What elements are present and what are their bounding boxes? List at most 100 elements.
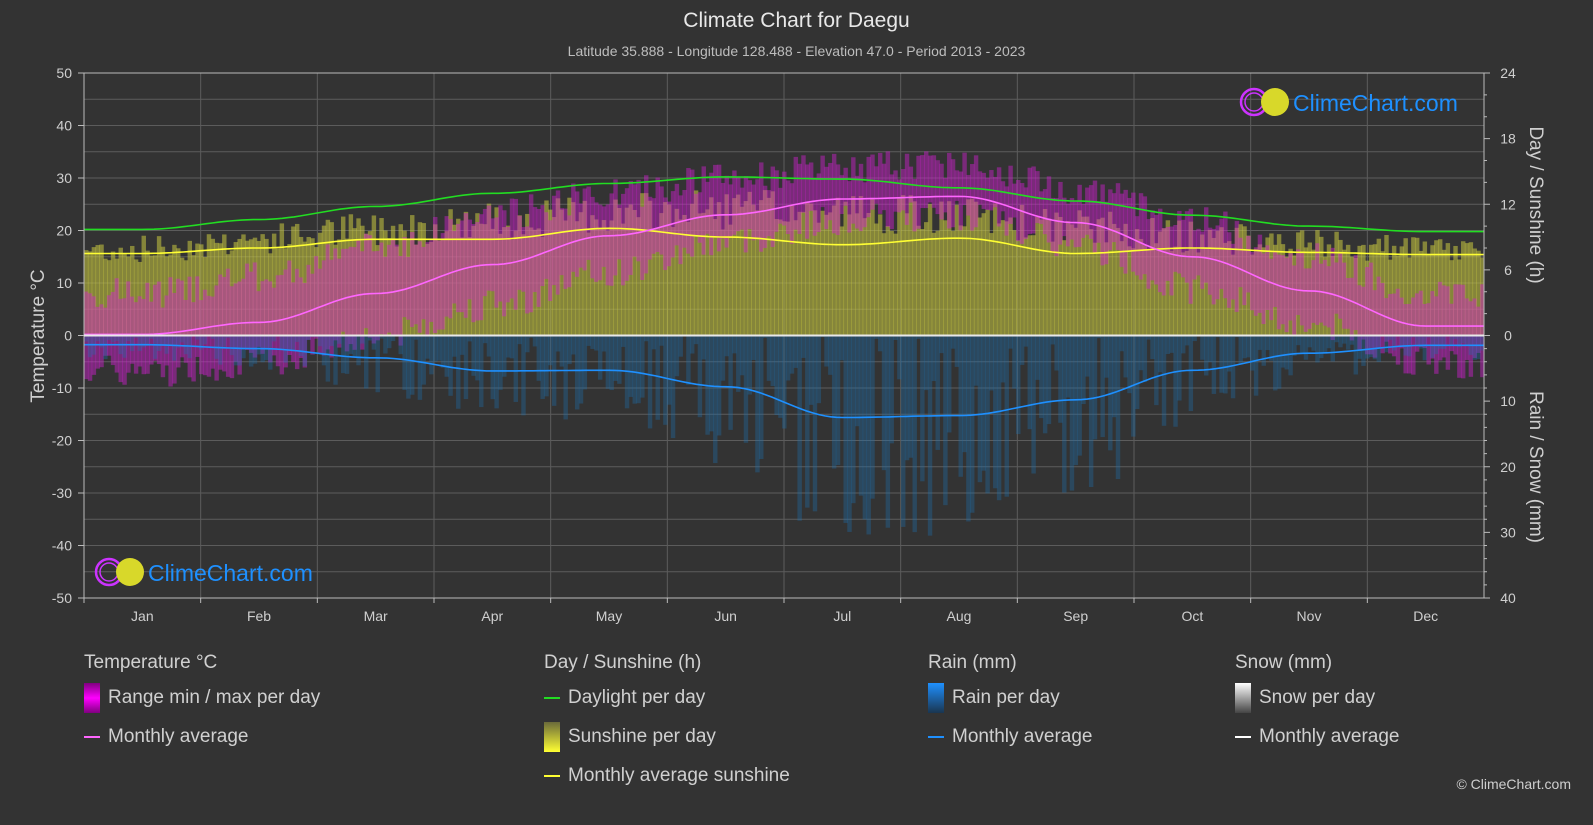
- temperature-range-bar: [858, 163, 864, 232]
- climate-chart: 50 40 30 20 10 0 -10 -20 -30 -40 -50 24 18 12 6 0 10 20 30…: [28, 65, 1546, 624]
- rain-bar: [490, 335, 496, 400]
- temperature-range-bar: [394, 244, 400, 335]
- temperature-range-bar: [1276, 254, 1282, 330]
- temperature-range-bar: [164, 295, 169, 366]
- temperature-range-bar: [1031, 166, 1036, 234]
- legend-label: Range min / max per day: [108, 686, 321, 708]
- rain-bar: [996, 335, 1002, 501]
- temperature-range-bar: [1123, 189, 1128, 274]
- rain-bar: [889, 335, 894, 444]
- sunshine-bar: [1092, 242, 1098, 336]
- rain-bar: [1288, 335, 1293, 376]
- rain-bar: [651, 335, 657, 350]
- month-label: Feb: [247, 608, 271, 624]
- rain-bar: [1157, 335, 1163, 373]
- temperature-range-bar: [801, 155, 806, 213]
- temperature-range-bar: [628, 180, 634, 275]
- sunshine-bar: [920, 229, 925, 336]
- rain-bar: [881, 335, 887, 471]
- rain-bar: [954, 335, 960, 367]
- rain-bar: [732, 335, 737, 354]
- rain-bar: [594, 335, 599, 351]
- rain-bar: [532, 335, 538, 347]
- temperature-range-bar: [1334, 262, 1339, 314]
- line-swatch-icon: [928, 735, 944, 738]
- rain-bar: [655, 335, 660, 420]
- rain-bar: [659, 335, 664, 346]
- rain-bar: [153, 335, 158, 359]
- temperature-range-bar: [1081, 203, 1086, 238]
- temperature-range-bar: [931, 155, 937, 208]
- temperature-range-bar: [578, 203, 584, 268]
- rain-bar: [555, 335, 561, 352]
- rain-bar: [1391, 335, 1397, 351]
- rain-bar: [1062, 335, 1067, 493]
- temperature-range-bar: [517, 215, 522, 290]
- temperature-range-bar: [1219, 218, 1224, 289]
- rain-bar: [417, 335, 423, 400]
- rain-bar: [824, 335, 829, 367]
- temperature-range-bar: [912, 178, 917, 232]
- temperature-range-bar: [851, 157, 856, 224]
- temperature-range-bar: [463, 213, 469, 318]
- rain-bar: [1230, 335, 1236, 399]
- temperature-range-bar: [720, 182, 726, 239]
- rain-bar: [1077, 335, 1082, 456]
- rain-bar: [1296, 335, 1301, 346]
- rain-bar: [935, 335, 940, 450]
- rain-bar: [1238, 335, 1243, 365]
- rain-bar: [1326, 335, 1332, 349]
- rain-bar: [989, 335, 994, 391]
- rain-bar: [590, 335, 595, 349]
- temperature-range-bar: [713, 164, 718, 238]
- temperature-range-bar: [1307, 268, 1312, 329]
- left-tick-label: 0: [64, 328, 72, 344]
- temperature-range-bar: [693, 193, 699, 237]
- temperature-range-bar: [229, 286, 235, 379]
- rain-bar: [620, 335, 626, 347]
- temperature-range-bar: [452, 230, 457, 304]
- rain-bar: [168, 335, 173, 345]
- rain-bar: [931, 335, 937, 382]
- temperature-range-bar: [1253, 247, 1259, 316]
- rain-bar: [1046, 335, 1052, 425]
- temperature-range-bar: [1200, 231, 1205, 289]
- month-label: Aug: [947, 608, 972, 624]
- temperature-range-bar: [1073, 200, 1079, 248]
- rain-bar: [1365, 335, 1370, 359]
- sunshine-bar: [1088, 229, 1094, 336]
- sunshine-bar: [1069, 224, 1075, 336]
- legend-snow: Snow (mm) Snow per day Monthly average: [1235, 652, 1399, 756]
- temperature-range-bar: [605, 204, 611, 286]
- temperature-range-bar: [114, 278, 120, 373]
- temperature-range-bar: [490, 218, 496, 292]
- rain-bar: [1027, 335, 1032, 430]
- rain-bar: [1123, 335, 1128, 378]
- rain-bar: [1368, 335, 1374, 358]
- temperature-range-bar: [1353, 255, 1359, 331]
- rain-bar: [371, 335, 377, 350]
- sunshine-bar: [939, 201, 944, 336]
- temperature-range-bar: [1085, 187, 1090, 235]
- right-axis-title-bottom: Rain / Snow (mm): [1525, 391, 1546, 543]
- rain-bar: [605, 335, 611, 389]
- temperature-range-bar: [1050, 197, 1056, 253]
- rain-bar: [1460, 335, 1466, 344]
- month-label: Jun: [714, 608, 737, 624]
- temperature-range-bar: [210, 296, 216, 369]
- rain-bar: [141, 335, 146, 348]
- rain-bar: [1150, 335, 1155, 360]
- temperature-range-bar: [686, 168, 691, 254]
- temperature-range-bar: [482, 208, 488, 297]
- temperature-range-bar: [674, 183, 680, 246]
- rain-bar: [877, 335, 883, 352]
- rain-bar: [866, 335, 871, 535]
- rain-bar: [1104, 335, 1109, 378]
- temperature-range-bar: [1131, 192, 1136, 272]
- rain-bar: [87, 335, 93, 358]
- sunshine-bar: [720, 229, 726, 336]
- temperature-range-bar: [736, 177, 741, 232]
- temperature-range-bar: [314, 256, 319, 339]
- temperature-range-bar: [1092, 180, 1098, 254]
- rain-bar: [1042, 335, 1048, 434]
